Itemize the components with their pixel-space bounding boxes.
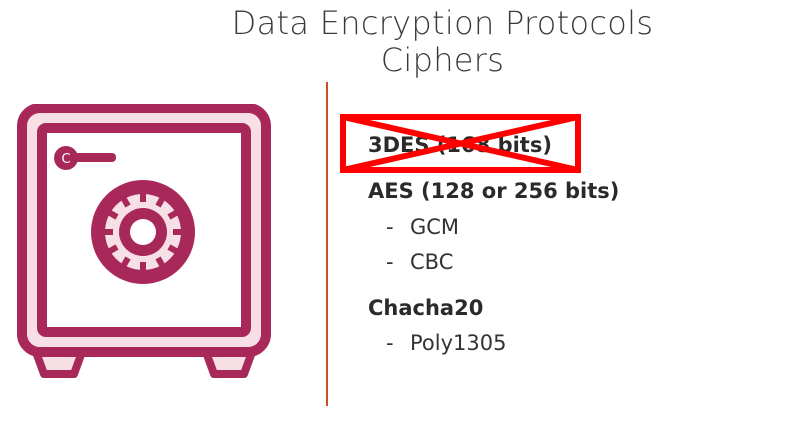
vertical-divider <box>326 82 328 406</box>
safe-dial <box>91 180 195 284</box>
cipher-chacha-label: Chacha20 <box>368 296 484 320</box>
chacha-mode-poly1305: Poly1305 <box>410 331 507 355</box>
aes-mode-cbc: CBC <box>410 250 454 274</box>
slide-title: Data Encryption Protocols <box>231 4 654 42</box>
slide-subtitle: Ciphers <box>380 41 505 79</box>
list-marker: - <box>386 331 394 355</box>
safe-icon: C <box>17 104 271 378</box>
safe-handle-bar <box>74 153 116 162</box>
list-marker: - <box>386 215 394 239</box>
safe-handle-mark: C <box>61 152 70 167</box>
list-marker: - <box>386 250 394 274</box>
strikethrough-cross <box>340 114 581 173</box>
cipher-aes-label: AES (128 or 256 bits) <box>368 179 620 203</box>
list-item: - Poly1305 <box>386 331 506 355</box>
aes-mode-gcm: GCM <box>410 215 460 239</box>
list-item: - CBC <box>386 250 453 274</box>
list-item: - GCM <box>386 215 459 239</box>
